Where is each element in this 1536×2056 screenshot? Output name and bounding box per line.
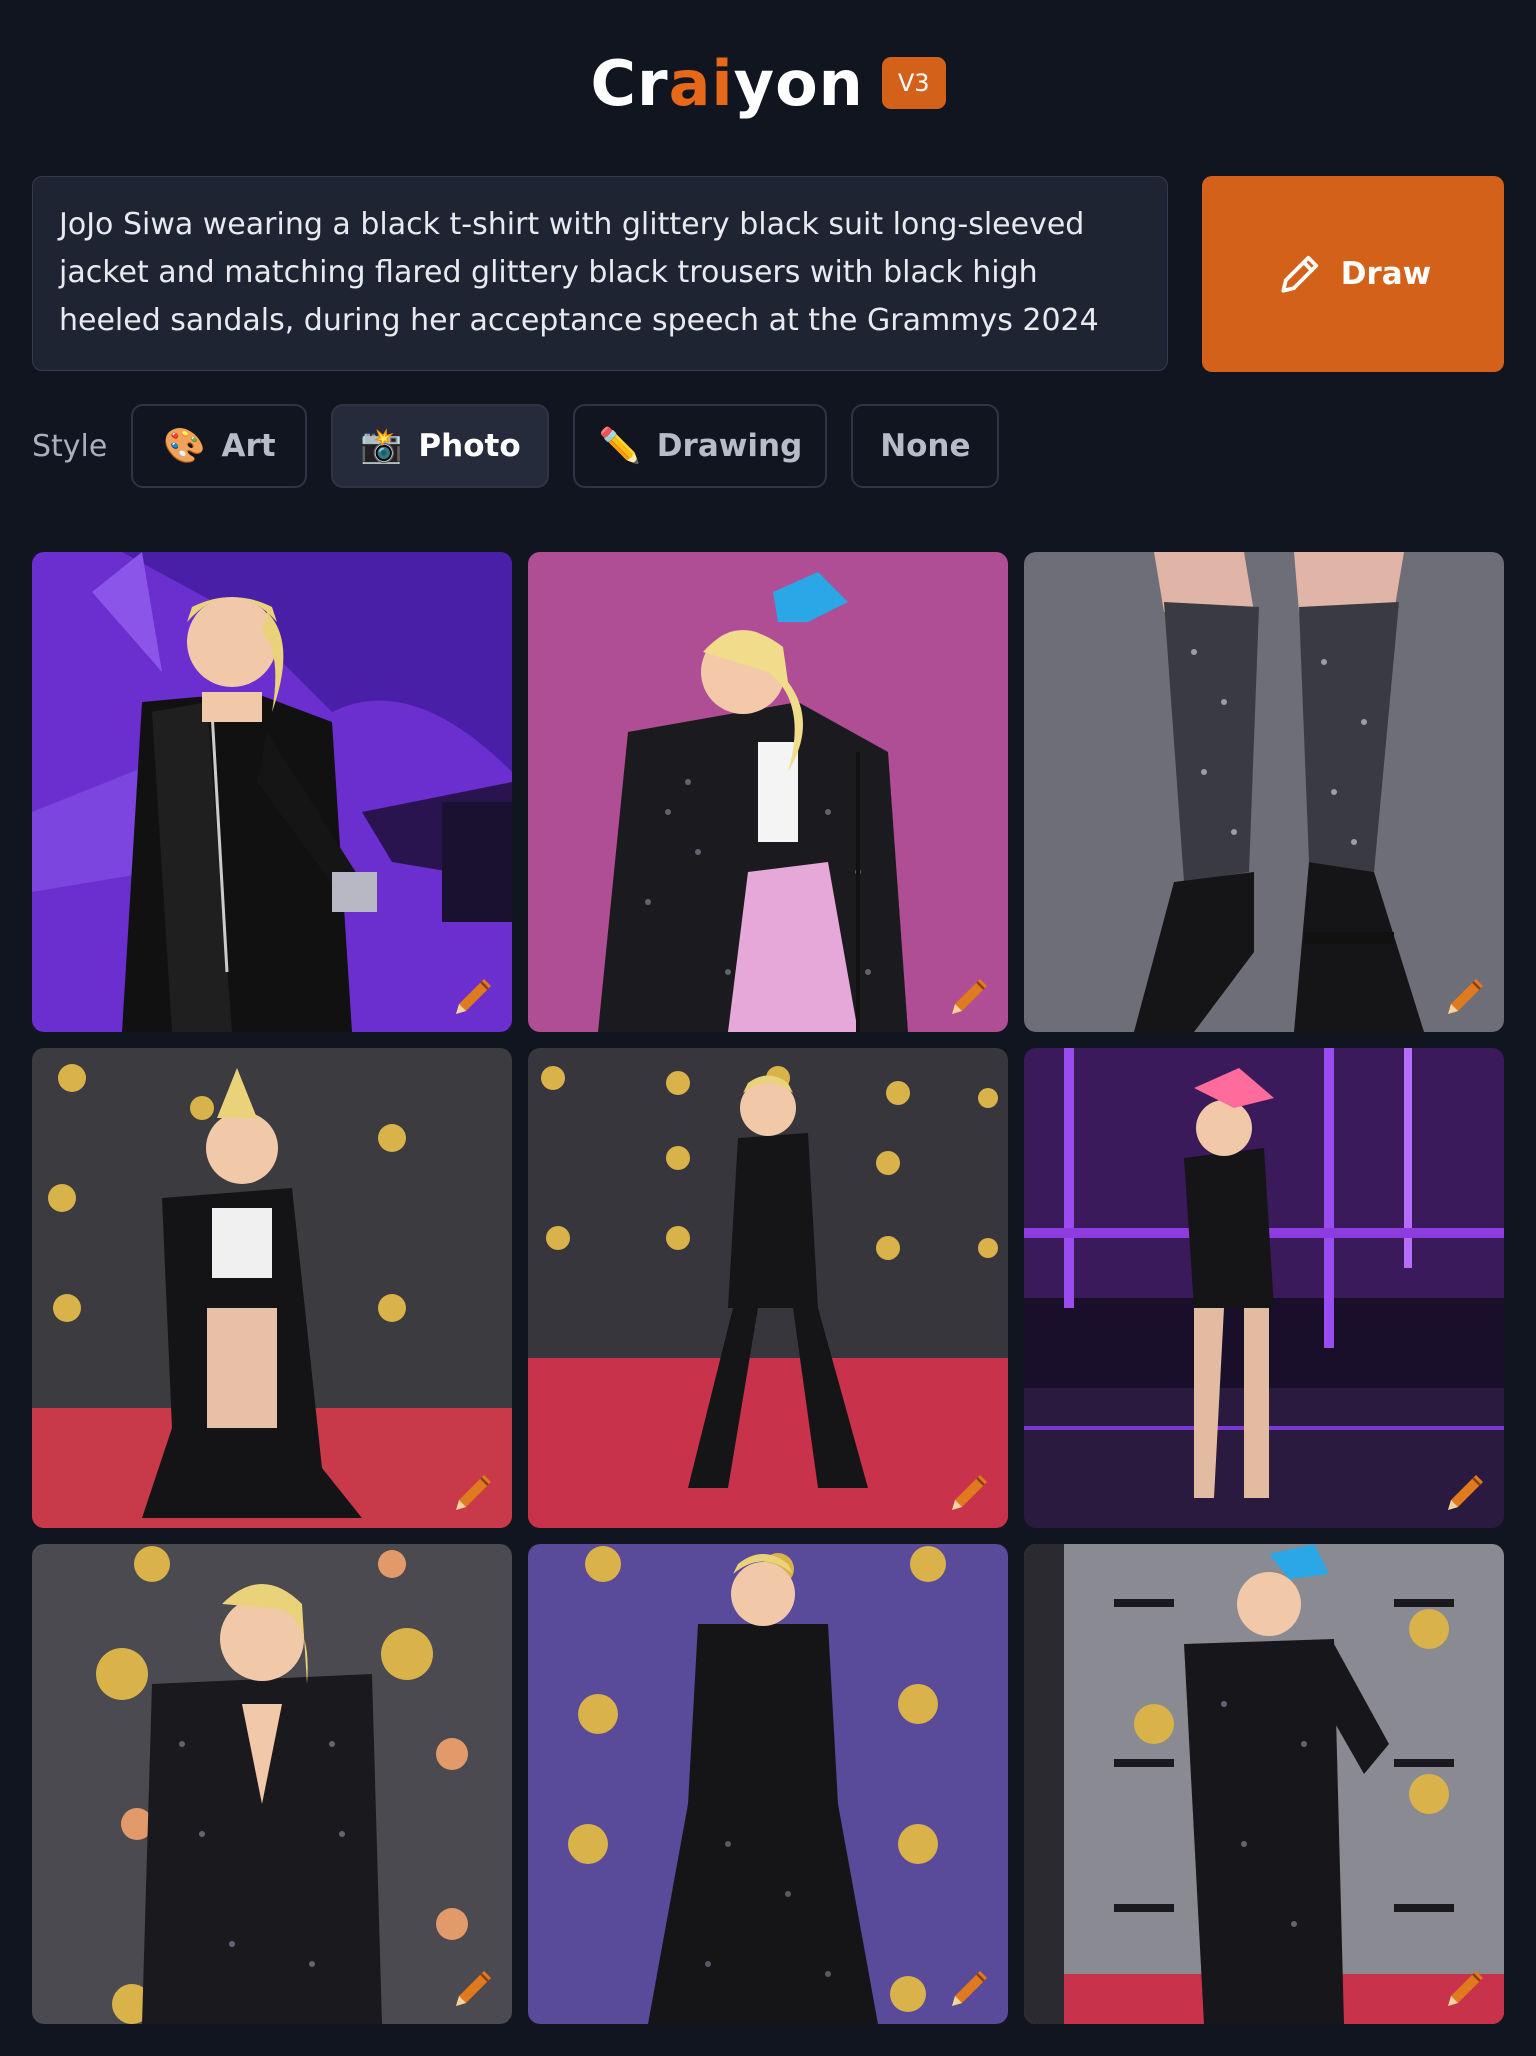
chip-label: Drawing bbox=[656, 428, 803, 464]
generated-image bbox=[1024, 1544, 1504, 2024]
edit-pencil-icon[interactable] bbox=[450, 1964, 498, 2012]
prompt-input[interactable]: JoJo Siwa wearing a black t-shirt with g… bbox=[32, 176, 1168, 371]
result-image-2[interactable] bbox=[528, 552, 1008, 1032]
chip-label: None bbox=[880, 428, 971, 464]
generated-image bbox=[528, 552, 1008, 1032]
palette-icon: 🎨 bbox=[163, 426, 206, 466]
generated-image bbox=[1024, 1048, 1504, 1528]
result-image-9[interactable] bbox=[1024, 1544, 1504, 2024]
result-image-7[interactable] bbox=[32, 1544, 512, 2024]
draw-button[interactable]: Draw bbox=[1202, 176, 1504, 372]
generated-image bbox=[32, 1048, 512, 1528]
generated-image bbox=[528, 1544, 1008, 2024]
style-chip-photo[interactable]: 📸 Photo bbox=[331, 404, 550, 488]
generated-image bbox=[32, 1544, 512, 2024]
edit-pencil-icon[interactable] bbox=[946, 1964, 994, 2012]
style-selector: Style 🎨 Art 📸 Photo ✏️ Drawing None bbox=[32, 404, 1023, 488]
result-image-4[interactable] bbox=[32, 1048, 512, 1528]
result-image-5[interactable] bbox=[528, 1048, 1008, 1528]
version-badge: V3 bbox=[881, 57, 946, 109]
pencil-icon bbox=[1281, 255, 1318, 293]
result-image-1[interactable] bbox=[32, 552, 512, 1032]
header: Craiyon V3 bbox=[0, 40, 1536, 126]
edit-pencil-icon[interactable] bbox=[1442, 1468, 1490, 1516]
draw-button-label: Draw bbox=[1340, 256, 1432, 292]
generated-image bbox=[1024, 552, 1504, 1032]
edit-pencil-icon[interactable] bbox=[946, 1468, 994, 1516]
style-chip-drawing[interactable]: ✏️ Drawing bbox=[573, 404, 828, 488]
generated-image bbox=[528, 1048, 1008, 1528]
result-image-8[interactable] bbox=[528, 1544, 1008, 2024]
result-image-6[interactable] bbox=[1024, 1048, 1504, 1528]
edit-pencil-icon[interactable] bbox=[1442, 1964, 1490, 2012]
pencil-emoji-icon: ✏️ bbox=[598, 426, 641, 466]
style-label: Style bbox=[32, 428, 108, 464]
chip-label: Photo bbox=[418, 428, 521, 464]
camera-icon: 📸 bbox=[360, 426, 403, 466]
edit-pencil-icon[interactable] bbox=[946, 972, 994, 1020]
craiyon-logo[interactable]: Craiyon bbox=[590, 47, 863, 120]
edit-pencil-icon[interactable] bbox=[450, 972, 498, 1020]
result-image-3[interactable] bbox=[1024, 552, 1504, 1032]
style-chip-none[interactable]: None bbox=[851, 404, 1000, 488]
edit-pencil-icon[interactable] bbox=[450, 1468, 498, 1516]
generated-image bbox=[32, 552, 512, 1032]
edit-pencil-icon[interactable] bbox=[1442, 972, 1490, 1020]
style-chip-art[interactable]: 🎨 Art bbox=[131, 404, 308, 488]
chip-label: Art bbox=[221, 428, 276, 464]
results-grid bbox=[32, 552, 1504, 2024]
